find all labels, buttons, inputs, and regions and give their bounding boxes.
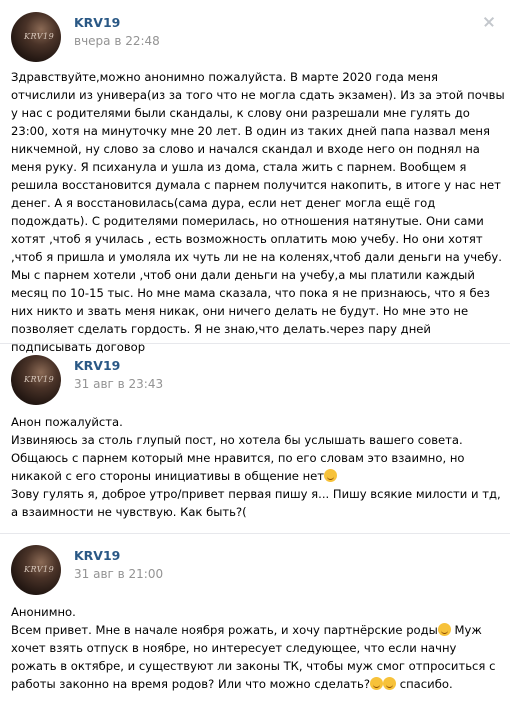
post-line: Анонимно.	[11, 605, 76, 619]
author-name[interactable]: KRV19	[74, 15, 120, 30]
post-date[interactable]: 31 авг в 21:00	[74, 567, 163, 581]
avatar[interactable]: KRV19	[11, 355, 61, 405]
avatar-logo-text: KRV19	[24, 32, 55, 41]
close-icon[interactable]	[482, 15, 496, 29]
avatar[interactable]: KRV19	[11, 545, 61, 595]
post-line-text: спасибо.	[396, 677, 453, 691]
post-line: Анон пожалуйста.	[11, 415, 123, 429]
author-name[interactable]: KRV19	[74, 548, 120, 563]
author-name[interactable]: KRV19	[74, 358, 120, 373]
smiling-face-emoji-icon	[324, 469, 338, 482]
avatar-logo-text: KRV19	[24, 375, 55, 384]
post-line: Извиняюсь за столь глупый пост, но хотел…	[11, 433, 463, 447]
post-body: Здравствуйте,можно анонимно пожалуйста. …	[11, 70, 505, 354]
avatar[interactable]: KRV19	[11, 12, 61, 62]
post-separator	[0, 343, 510, 344]
post-separator	[0, 533, 510, 534]
smiling-face-emoji-icon	[370, 677, 384, 690]
post-line: Зову гулять я, доброе утро/привет первая…	[11, 487, 501, 519]
post-date[interactable]: вчера в 22:48	[74, 34, 160, 48]
smiling-face-emoji-icon	[383, 677, 397, 690]
post-text: Анон пожалуйста. Извиняюсь за столь глуп…	[11, 413, 505, 521]
post-date[interactable]: 31 авг в 23:43	[74, 377, 163, 391]
post-line: Общаюсь с парнем который мне нравится, п…	[11, 449, 505, 485]
avatar-logo-text: KRV19	[24, 565, 55, 574]
post-text: Анонимно. Всем привет. Мне в начале нояб…	[11, 603, 505, 693]
post-line-text: Общаюсь с парнем который мне нравится, п…	[11, 451, 465, 483]
post-line-text: Всем привет. Мне в начале ноября рожать,…	[11, 623, 438, 637]
smiling-face-emoji-icon	[437, 623, 451, 636]
post-text: Здравствуйте,можно анонимно пожалуйста. …	[11, 68, 505, 356]
post-line: Всем привет. Мне в начале ноября рожать,…	[11, 621, 505, 693]
